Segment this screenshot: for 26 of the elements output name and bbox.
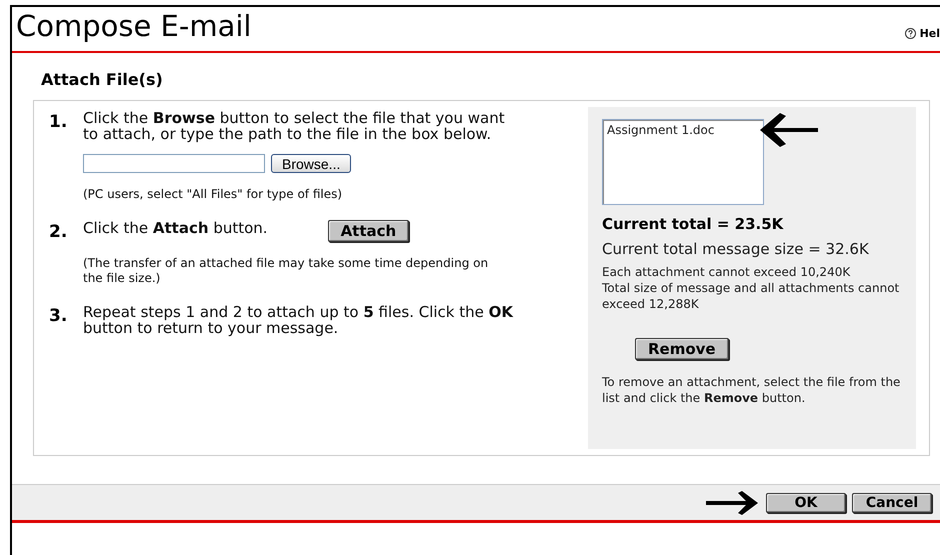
window-title: Compose E-mail <box>16 9 252 43</box>
step-number: 2. <box>49 221 68 244</box>
file-path-field[interactable] <box>83 154 265 173</box>
cancel-button[interactable]: Cancel <box>852 492 932 512</box>
remove-instruction: To remove an attachment, select the file from the list and click the Remove button. <box>602 374 902 406</box>
size-limit: Each attachment cannot exceed 10,240K <box>602 264 852 280</box>
attachment-item[interactable]: Assignment 1.doc <box>607 123 759 137</box>
step-note: (The transfer of an attached file may take some time depending on the file size.) <box>83 256 490 286</box>
step-number: 3. <box>49 305 68 328</box>
current-total: Current total = 23.5K <box>602 215 784 233</box>
step-instruction: Click the Browse button to select the file that you want to attach, or type the path to the file in the box below. <box>83 110 506 142</box>
section-title: Attach File(s) <box>41 70 164 89</box>
step-instruction: Click the Attach button. <box>83 220 268 236</box>
remove-button[interactable]: Remove <box>635 338 729 360</box>
message-size: Current total message size = 32.6K <box>602 240 870 258</box>
browse-button[interactable]: Browse... <box>271 154 352 173</box>
attachment-list[interactable]: Assignment 1.doc <box>602 119 764 205</box>
help-link[interactable]: Hel <box>920 27 940 40</box>
step-instruction: Repeat steps 1 and 2 to attach up to 5 files. Click the OK button to return to your message. <box>83 304 513 336</box>
help-icon[interactable] <box>904 28 916 39</box>
arrow-icon <box>706 490 760 514</box>
step-note: (PC users, select "All Files" for type of files) <box>83 187 344 202</box>
ok-button[interactable]: OK <box>766 492 846 512</box>
attach-button[interactable]: Attach <box>328 220 410 242</box>
step-number: 1. <box>49 111 68 134</box>
size-limit: Total size of message and all attachments cannot exceed 12,288K <box>602 280 900 312</box>
